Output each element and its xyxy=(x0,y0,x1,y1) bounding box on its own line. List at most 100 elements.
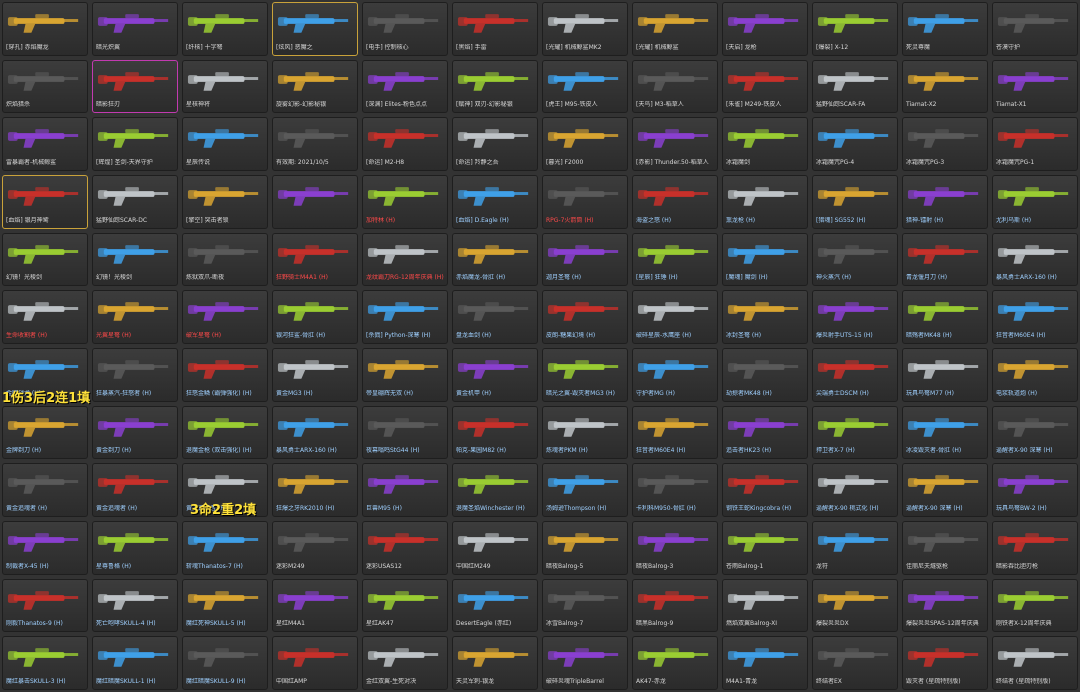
weapon-slot[interactable]: [电手] 控制核心 xyxy=(362,2,448,56)
weapon-slot[interactable]: 中国红M249 xyxy=(452,521,538,575)
weapon-slot[interactable]: 冰封圣弩 (H) xyxy=(722,290,808,344)
weapon-slot[interactable]: [纤核] 十字弩 xyxy=(182,2,268,56)
weapon-slot[interactable]: 终结者 (星疏特别版) xyxy=(992,636,1078,690)
weapon-slot[interactable]: 魔红暴击SKULL-3 (H) xyxy=(2,636,88,690)
weapon-slot[interactable]: 金牌剃刀 (H) xyxy=(2,405,88,460)
weapon-slot[interactable]: [赤影] Thunder.50-稻草人 xyxy=(632,117,718,171)
weapon-slot[interactable]: 尖端勇士DSCM (H) xyxy=(812,348,898,402)
weapon-slot[interactable]: 冰霜魔咒PG-4 xyxy=(812,117,898,171)
weapon-slot[interactable]: DesertEagle (赤红) xyxy=(452,578,538,633)
weapon-slot[interactable]: 海盗之怒 (H) xyxy=(632,175,718,229)
weapon-slot[interactable]: 死亡咆哮SKULL-4 (H) xyxy=(92,578,178,633)
weapon-slot[interactable]: 追击者HK23 (H) xyxy=(722,405,808,460)
weapon-slot[interactable]: 迷彩USAS12 xyxy=(362,521,448,575)
weapon-slot[interactable]: 黄金追魂者 (H) xyxy=(92,463,178,517)
weapon-slot[interactable]: 星尊鲁格 (H) xyxy=(92,521,178,575)
weapon-slot[interactable]: 盘龙血剑 (H) xyxy=(452,290,538,344)
weapon-slot[interactable]: 劫掠者MK48 (H) xyxy=(722,348,808,402)
weapon-slot[interactable]: 暗光炽翼 xyxy=(92,2,178,56)
weapon-slot[interactable]: 帕克-果园M82 (H) xyxy=(452,405,538,460)
weapon-slot[interactable]: 金红双翼-生死对决 xyxy=(362,636,448,690)
weapon-slot[interactable]: 守护者MG (H) xyxy=(632,348,718,402)
weapon-slot[interactable]: 爆炎射手UTS-15 (H) xyxy=(812,290,898,344)
weapon-slot[interactable]: 退魔金枪 (双击强化) (H) xyxy=(182,405,268,460)
weapon-slot[interactable]: 死灵尊魔 xyxy=(902,2,988,56)
weapon-slot[interactable]: [血焰] D.Eagle (H) xyxy=(452,175,538,229)
weapon-slot[interactable]: 狂爆之牙RK2010 (H) xyxy=(272,463,358,517)
weapon-slot[interactable]: 暗夜Balrog-3 xyxy=(632,521,718,575)
weapon-slot[interactable]: 冰霜魔剑 xyxy=(722,117,808,171)
weapon-slot[interactable]: 狂音者M60E4 (H) xyxy=(632,405,718,460)
weapon-slot[interactable]: 炼狱双爪-断夜 xyxy=(182,232,268,287)
weapon-slot[interactable]: 星辰传说 xyxy=(182,117,268,171)
weapon-slot[interactable]: 星红M4A1 xyxy=(272,578,358,633)
weapon-slot[interactable]: 光翼星弩 (H) xyxy=(92,290,178,344)
weapon-slot[interactable]: 炽焰猎杀 xyxy=(2,59,88,114)
weapon-slot[interactable]: 猛野仙踪SCAR-DC xyxy=(92,175,178,229)
weapon-slot[interactable]: 熏龙枪 (H) xyxy=(722,175,808,229)
weapon-slot[interactable]: 猛野仙踪SCAR-FA xyxy=(812,59,898,114)
weapon-slot[interactable]: 猎神-镭射 (H) xyxy=(902,175,988,229)
weapon-slot[interactable]: 赤焰魔龙-骨肛 (H) xyxy=(452,232,538,287)
weapon-slot[interactable]: [光耀] 机械鲸鲨MK2 xyxy=(542,2,628,56)
weapon-slot[interactable]: 旋雾幻影-幻影秘银 xyxy=(272,59,358,114)
weapon-slot[interactable]: 冰霜魔咒PG-3 xyxy=(902,117,988,171)
weapon-slot[interactable]: Tiamat-X1 xyxy=(992,59,1078,114)
weapon-slot[interactable]: 黄金MG3 (H) xyxy=(272,348,358,402)
weapon-slot[interactable]: 破军星弩 (H) xyxy=(182,290,268,344)
weapon-slot[interactable]: 爆裂炎炎SPAS-12周年庆典 xyxy=(902,578,988,633)
weapon-slot[interactable]: 苍雨Balrog-1 xyxy=(722,521,808,575)
weapon-slot[interactable]: 天灵军刺-银龙 xyxy=(452,636,538,690)
weapon-slot[interactable]: 破碎炎魂TripleBarrel xyxy=(542,636,628,690)
weapon-slot[interactable]: [天鸟] M3-稻草人 xyxy=(632,59,718,114)
weapon-slot[interactable]: [朱雀] M249-铁皮人 xyxy=(722,59,808,114)
weapon-slot[interactable]: 终结者EX xyxy=(812,636,898,690)
weapon-slot[interactable]: [穿孔] 赤焰魔龙 xyxy=(2,2,88,56)
weapon-slot[interactable]: 星核神将 xyxy=(182,59,268,114)
weapon-slot[interactable]: 有效期: 2021/10/5 xyxy=(272,117,358,171)
weapon-slot[interactable]: 制裁者X-45 (H) xyxy=(2,521,88,575)
weapon-slot[interactable]: [辉煌] 圣剑-天界守护 xyxy=(92,117,178,171)
weapon-slot[interactable]: 巨兽M95 (H) xyxy=(362,463,448,517)
weapon-slot[interactable]: 暗光之翼-毁灭者MG3 (H) xyxy=(542,348,628,402)
weapon-slot[interactable]: 暴风勇士ARX-160 (H) xyxy=(272,405,358,460)
weapon-slot[interactable]: 魔红暗魔SKULL-1 (H) xyxy=(92,636,178,690)
weapon-slot[interactable]: 佳丽尼夫燧驱枪 xyxy=(902,521,988,575)
weapon-slot[interactable]: [擎空] 突击者锁 xyxy=(182,175,268,229)
weapon-slot[interactable]: 神火蒸汽 (H) xyxy=(812,232,898,287)
weapon-slot[interactable]: 迷彩M249 xyxy=(272,521,358,575)
weapon-slot[interactable] xyxy=(272,175,358,229)
weapon-slot[interactable]: 斩魂Thanatos-7 (H) xyxy=(182,521,268,575)
weapon-slot[interactable]: 中国红AMP xyxy=(272,636,358,690)
weapon-slot[interactable]: 刚毅Thanatos-9 (H) xyxy=(2,578,88,633)
weapon-slot[interactable]: 狂怒金鳞 (霸弹强化) (H) xyxy=(182,348,268,402)
weapon-slot[interactable]: 雷暴霸者-机械鲸鲨 xyxy=(2,117,88,171)
weapon-slot[interactable]: 卡利科M950-骨肛 (H) xyxy=(632,463,718,517)
weapon-slot[interactable]: 暗影吞比胆刃枪 xyxy=(992,521,1078,575)
weapon-slot[interactable]: 魔红暗魔SKULL-9 (H) xyxy=(182,636,268,690)
weapon-slot[interactable]: 逼醒者X-90 桃式化 (H) xyxy=(812,463,898,517)
weapon-slot[interactable]: 生命收割者 (H) xyxy=(2,290,88,344)
weapon-slot[interactable]: 魔红死神SKULL-5 (H) xyxy=(182,578,268,633)
weapon-slot[interactable]: [虎王] M95-铁皮人 xyxy=(542,59,628,114)
weapon-slot[interactable]: 退魔圣焰Winchester (H) xyxy=(452,463,538,517)
weapon-slot[interactable]: [天启] 龙枪 xyxy=(722,2,808,56)
weapon-slot[interactable]: 加特林 (H) xyxy=(362,175,448,229)
weapon-slot[interactable]: [魔魂] 魔剑 (H) xyxy=(722,232,808,287)
weapon-slot[interactable]: 暗黑Balrog-9 xyxy=(632,578,718,633)
weapon-slot[interactable]: 暴风勇士ARX-160 (H) xyxy=(992,232,1078,287)
weapon-slot[interactable]: 狂野骑士M4A1 (H) xyxy=(272,232,358,287)
weapon-slot[interactable]: 暗夜Balrog-5 xyxy=(542,521,628,575)
weapon-slot[interactable]: 炼魂者PKM (H) xyxy=(542,405,628,460)
weapon-slot[interactable]: [黑焰] 手雷 xyxy=(452,2,538,56)
weapon-slot[interactable]: [杀戮] Python-深寒 (H) xyxy=(362,290,448,344)
weapon-slot[interactable]: 夜幕嗡鸣StG44 (H) xyxy=(362,405,448,460)
weapon-slot[interactable]: 逼醒者X-90 深寒 (H) xyxy=(992,405,1078,460)
weapon-slot[interactable]: [暮光] F2000 xyxy=(542,117,628,171)
weapon-slot[interactable]: 青龙偃月刀 (H) xyxy=(902,232,988,287)
weapon-slot[interactable]: 逼醒者X-90 深寒 (H) xyxy=(902,463,988,517)
weapon-slot[interactable]: 冰凌毁灭者-骨肛 (H) xyxy=(902,405,988,460)
weapon-slot[interactable]: [炫风] 恶魔之 xyxy=(272,2,358,56)
weapon-slot[interactable]: 狂暴蒸汽-狂怒者 (H) xyxy=(92,348,178,402)
weapon-slot[interactable]: 苍漠守护 xyxy=(992,2,1078,56)
